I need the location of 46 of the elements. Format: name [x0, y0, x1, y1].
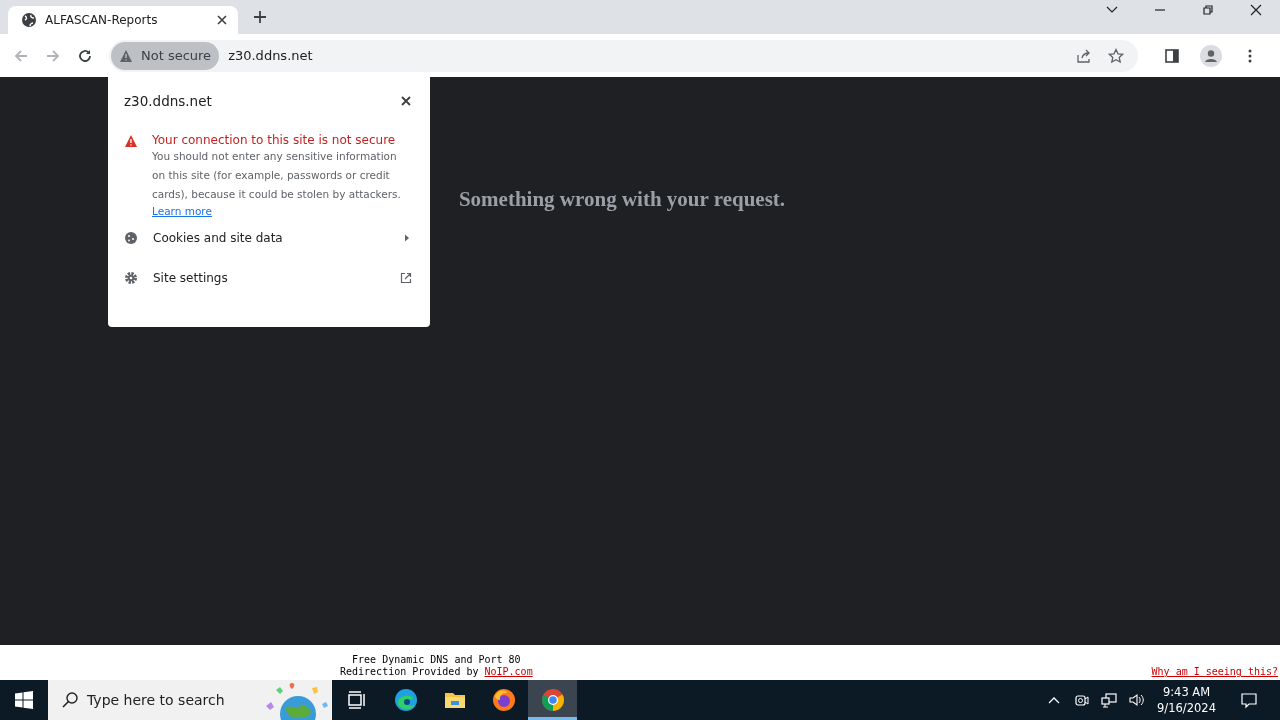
share-icon[interactable] [1076, 47, 1092, 64]
warning-title: Your connection to this site is not secure [152, 133, 397, 147]
star-icon[interactable] [1108, 47, 1124, 64]
search-icon [61, 691, 79, 709]
side-panel-icon[interactable] [1164, 47, 1180, 64]
notification-icon[interactable] [1240, 691, 1258, 709]
warning-icon [119, 48, 133, 63]
new-tab-icon[interactable] [253, 10, 267, 24]
learn-more-link[interactable]: Learn more [152, 205, 212, 217]
meet-now-icon[interactable] [1073, 692, 1090, 708]
url-text: z30.ddns.net [228, 48, 313, 63]
edge-browser-icon [393, 688, 418, 712]
close-icon[interactable] [216, 14, 228, 26]
taskbar-app-button[interactable] [528, 680, 577, 720]
profile-icon[interactable] [1200, 44, 1222, 67]
close-icon[interactable] [400, 95, 412, 107]
popup-menu-item[interactable]: Cookies and site data [124, 218, 412, 258]
globe-icon [21, 12, 37, 28]
clock-date[interactable]: 9/16/2024 [1157, 700, 1216, 716]
browser-tab[interactable]: ALFASCAN-Reports [8, 6, 238, 34]
banner-text: Redirection Provided by NoIP.com [340, 666, 533, 678]
warning-icon [124, 134, 138, 148]
taskbar-search-field[interactable]: Type here to search [48, 680, 332, 720]
banner-text: Free Dynamic DNS and Port 80 [352, 654, 521, 666]
task-view-icon [345, 689, 368, 711]
restore-icon[interactable] [1201, 3, 1215, 17]
error-heading: Something wrong with your request. [458, 187, 786, 213]
noip-link[interactable]: NoIP.com [484, 666, 533, 677]
cookie-icon [124, 231, 138, 245]
network-icon[interactable] [1101, 692, 1118, 708]
popup-host: z30.ddns.net [124, 93, 212, 109]
reload-icon[interactable] [77, 47, 93, 64]
chrome-icon [540, 688, 565, 712]
address-bar[interactable]: Not secure z30.ddns.net [109, 39, 1138, 72]
gear-icon [124, 271, 138, 285]
why-link[interactable]: Why am I seeing this? [1151, 666, 1278, 678]
tab-title: ALFASCAN-Reports [45, 13, 159, 27]
windows-start-icon[interactable] [15, 691, 33, 709]
speaker-icon[interactable] [1129, 692, 1146, 708]
clock-time[interactable]: 9:43 AM [1162, 684, 1211, 700]
close-icon[interactable] [1249, 3, 1263, 17]
popup-menu-item[interactable]: Site settings [124, 258, 412, 298]
warning-text: You should not enter any sensitive information on this site (for example, passwords or credit cards), because it could be stolen by attackers. [152, 149, 402, 202]
external-link-icon [400, 272, 412, 284]
not-secure-chip[interactable]: Not secure [111, 41, 220, 70]
firefox-icon [491, 688, 516, 712]
